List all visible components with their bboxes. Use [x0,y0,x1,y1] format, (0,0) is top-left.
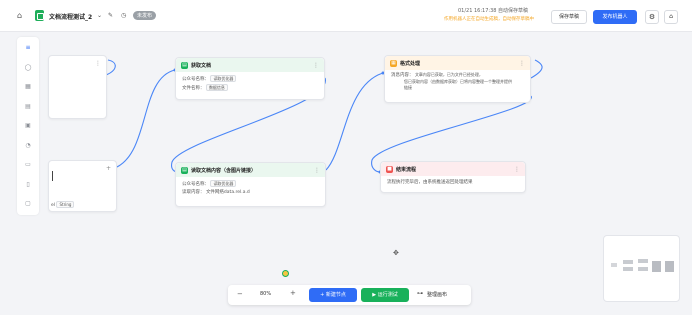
clock-icon[interactable]: ◔ [24,142,32,149]
minimap-node [623,267,633,271]
more-icon[interactable]: ⋮ [314,167,320,174]
row-label: 消息内容： [391,73,414,78]
format-icon: ▦ [390,59,397,67]
image-icon[interactable]: ▣ [24,122,32,129]
workflow-node-read-content[interactable]: ▤ 读取文档内容（含图片链接） ⋮ 公众号名称： 读取优化器 读取内容： 文件网… [175,162,326,207]
minimap-node [623,260,633,264]
minimap-node [638,267,648,271]
arrange-icon: ⊶ [417,290,423,297]
row-value: 文件网络data.rel.a.d [205,190,250,195]
type-tag: String [56,201,75,208]
add-node-button[interactable]: + 新建节点 [309,288,357,302]
row-label: 公众号名称： [182,77,209,82]
edge-read-to-format [325,72,384,171]
file-icon[interactable]: ▯ [24,181,32,188]
more-icon[interactable]: ⋮ [313,62,319,69]
row-label: el [51,203,56,208]
row-value: 文章内容已获取，已为文件已经处理， [414,72,483,77]
workflow-node-format[interactable]: ▦ 格式处理 ⋮ 消息内容： 文章内容已获取，已为文件已经处理， 您已获取内容（… [384,55,531,103]
node-row: 链接 [404,85,412,90]
doc-icon: ▤ [181,61,188,69]
node-row: 公众号名称： 读取优化器 [176,75,324,84]
text-cursor [52,171,53,181]
workflow-node-get-doc[interactable]: ▤ 获取文档 ⋮ 公众号名称： 读取优化器 文件名称： 数据信息 [175,57,325,100]
row-value: 读取优化器 [210,75,237,82]
run-test-button[interactable]: ▶ 运行测试 [361,288,409,302]
bottom-toolbar: − 80% + + 新建节点 ▶ 运行测试 ⊶ 整理画布 [228,285,471,305]
edge-format-out [530,59,543,79]
node-title: 读取文档内容（含图片链接） [191,167,257,174]
workflow-node-end[interactable]: ■ 结束流程 ⋮ 流程执行完毕后，由系统推送返回处理结果 [380,161,526,193]
partial-row: el String [51,201,75,210]
node-list-icon[interactable]: ≡ [24,44,32,51]
node-header: ▤ 读取文档内容（含图片链接） [176,163,325,177]
more-icon[interactable]: + [106,165,111,172]
workflow-node-partial-top[interactable]: ⋮ [48,55,107,119]
node-row: 消息内容： 文章内容已获取，已为文件已经处理， [385,72,530,79]
workflow-node-partial-bottom[interactable]: + el String [48,160,117,212]
more-icon[interactable]: ⋮ [519,60,525,67]
node-title: 结束流程 [396,166,417,173]
node-row: 读取内容： 文件网络data.rel.a.d [176,189,325,197]
node-header: ■ 结束流程 [381,162,525,176]
chat-icon[interactable]: ▭ [24,161,32,168]
node-title: 获取文档 [191,62,212,69]
node-row: 文件名称： 数据信息 [176,84,324,93]
grid-icon[interactable]: ▦ [24,83,32,90]
minimap[interactable] [603,235,680,302]
zoom-value: 80% [260,291,272,297]
assistant-icon[interactable] [282,270,289,277]
zoom-in-button[interactable]: + [290,289,296,297]
stop-icon: ■ [386,165,393,173]
node-header: ▦ 格式处理 [385,56,530,70]
row-label: 公众号名称： [182,182,209,187]
minimap-node [665,261,674,272]
node-header: ▤ 获取文档 [176,58,324,72]
message-icon[interactable]: ◯ [24,64,32,71]
node-title: 格式处理 [400,60,421,67]
zoom-out-button[interactable]: − [237,290,243,298]
minimap-node [638,259,648,263]
node-row: 公众号名称： 读取优化器 [176,180,325,189]
row-value: 数据信息 [205,84,228,91]
minimap-node [652,261,661,272]
table-icon[interactable]: ▤ [24,103,32,110]
row-value: 读取优化器 [210,180,237,187]
minimap-node [611,263,617,267]
document-icon[interactable]: ▢ [24,200,32,207]
node-desc: 流程执行完毕后，由系统推送返回处理结果 [387,180,473,185]
cursor-icon: ✥ [393,249,399,257]
doc-icon: ▤ [181,166,188,174]
row-label: 文件名称： [182,86,205,91]
left-toolbar: ≡ ◯ ▦ ▤ ▣ ◔ ▭ ▯ ▢ [17,37,39,215]
row-label: 读取内容： [182,190,205,195]
edge-partial-top [105,59,116,76]
more-icon[interactable]: ⋮ [514,166,520,173]
arrange-canvas-button[interactable]: 整理画布 [427,291,447,298]
connection-lines [105,59,543,174]
more-icon[interactable]: ⋮ [95,60,101,67]
edge-partial-to-get-doc [116,69,176,168]
